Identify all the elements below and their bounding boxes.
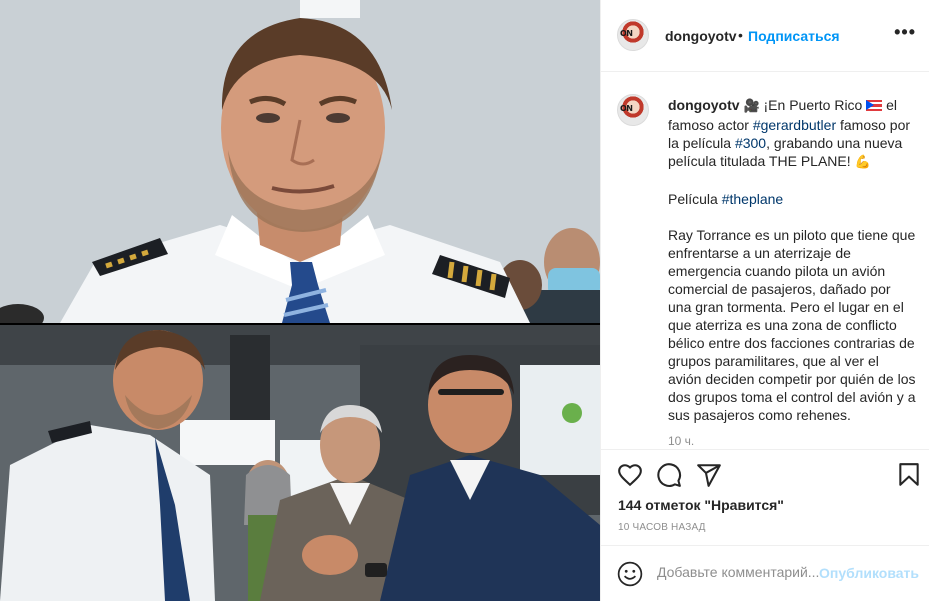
post-header: ON dongoyotv • Подписаться •••	[601, 0, 929, 72]
smile-icon[interactable]	[617, 561, 643, 587]
username-link[interactable]: dongoyotv	[665, 28, 737, 44]
muscle-emoji: 💪	[854, 155, 871, 170]
separator-dot: •	[738, 27, 743, 43]
avatar-label: ON	[620, 29, 633, 38]
hashtag-link[interactable]: #300	[735, 135, 766, 151]
caption-avatar[interactable]: ON	[617, 94, 649, 126]
post-sidebar: ON dongoyotv • Подписаться ••• ON dongoy…	[600, 0, 929, 601]
follow-button[interactable]: Подписаться	[748, 28, 840, 44]
caption-text: ¡En Puerto Rico	[763, 97, 863, 113]
comment-input[interactable]	[657, 564, 827, 580]
photo-pilot-portrait	[0, 0, 600, 323]
post-caption: dongoyotv 🎥 ¡En Puerto Rico el famoso ac…	[668, 96, 916, 442]
caption-paragraph-3: Ray Torrance es un piloto que tiene que …	[668, 227, 916, 423]
publish-button[interactable]: Опубликовать	[819, 565, 919, 581]
heart-icon[interactable]	[617, 462, 643, 488]
camera-emoji: 🎥	[743, 99, 760, 114]
more-icon[interactable]: •••	[894, 22, 916, 43]
caption-timestamp[interactable]: 10 ч.	[668, 434, 694, 448]
comments-section[interactable]: ON dongoyotv 🎥 ¡En Puerto Rico el famoso…	[601, 72, 929, 449]
likes-count[interactable]: 144 отметок "Нравится"	[618, 497, 784, 513]
hashtag-link[interactable]: #theplane	[722, 191, 784, 207]
avatar[interactable]: ON	[617, 19, 649, 51]
post-date[interactable]: 10 ЧАСОВ НАЗАД	[618, 522, 706, 533]
group-meeting-illustration	[0, 325, 600, 601]
caption-paragraph-1: dongoyotv 🎥 ¡En Puerto Rico el famoso ac…	[668, 96, 916, 172]
caption-paragraph-2: Película #theplane	[668, 190, 916, 208]
bookmark-icon[interactable]	[896, 462, 922, 488]
avatar-label: ON	[620, 104, 633, 113]
comment-icon[interactable]	[656, 462, 682, 488]
share-icon[interactable]	[696, 462, 722, 488]
caption-text: Película	[668, 191, 718, 207]
pilot-portrait-illustration	[0, 0, 600, 323]
puerto-rico-flag-icon	[866, 100, 883, 111]
photo-group-meeting	[0, 325, 600, 601]
caption-author-link[interactable]: dongoyotv	[668, 97, 740, 113]
post-media[interactable]	[0, 0, 600, 601]
hashtag-link[interactable]: #gerardbutler	[753, 117, 836, 133]
add-comment-bar: Опубликовать	[601, 545, 929, 601]
